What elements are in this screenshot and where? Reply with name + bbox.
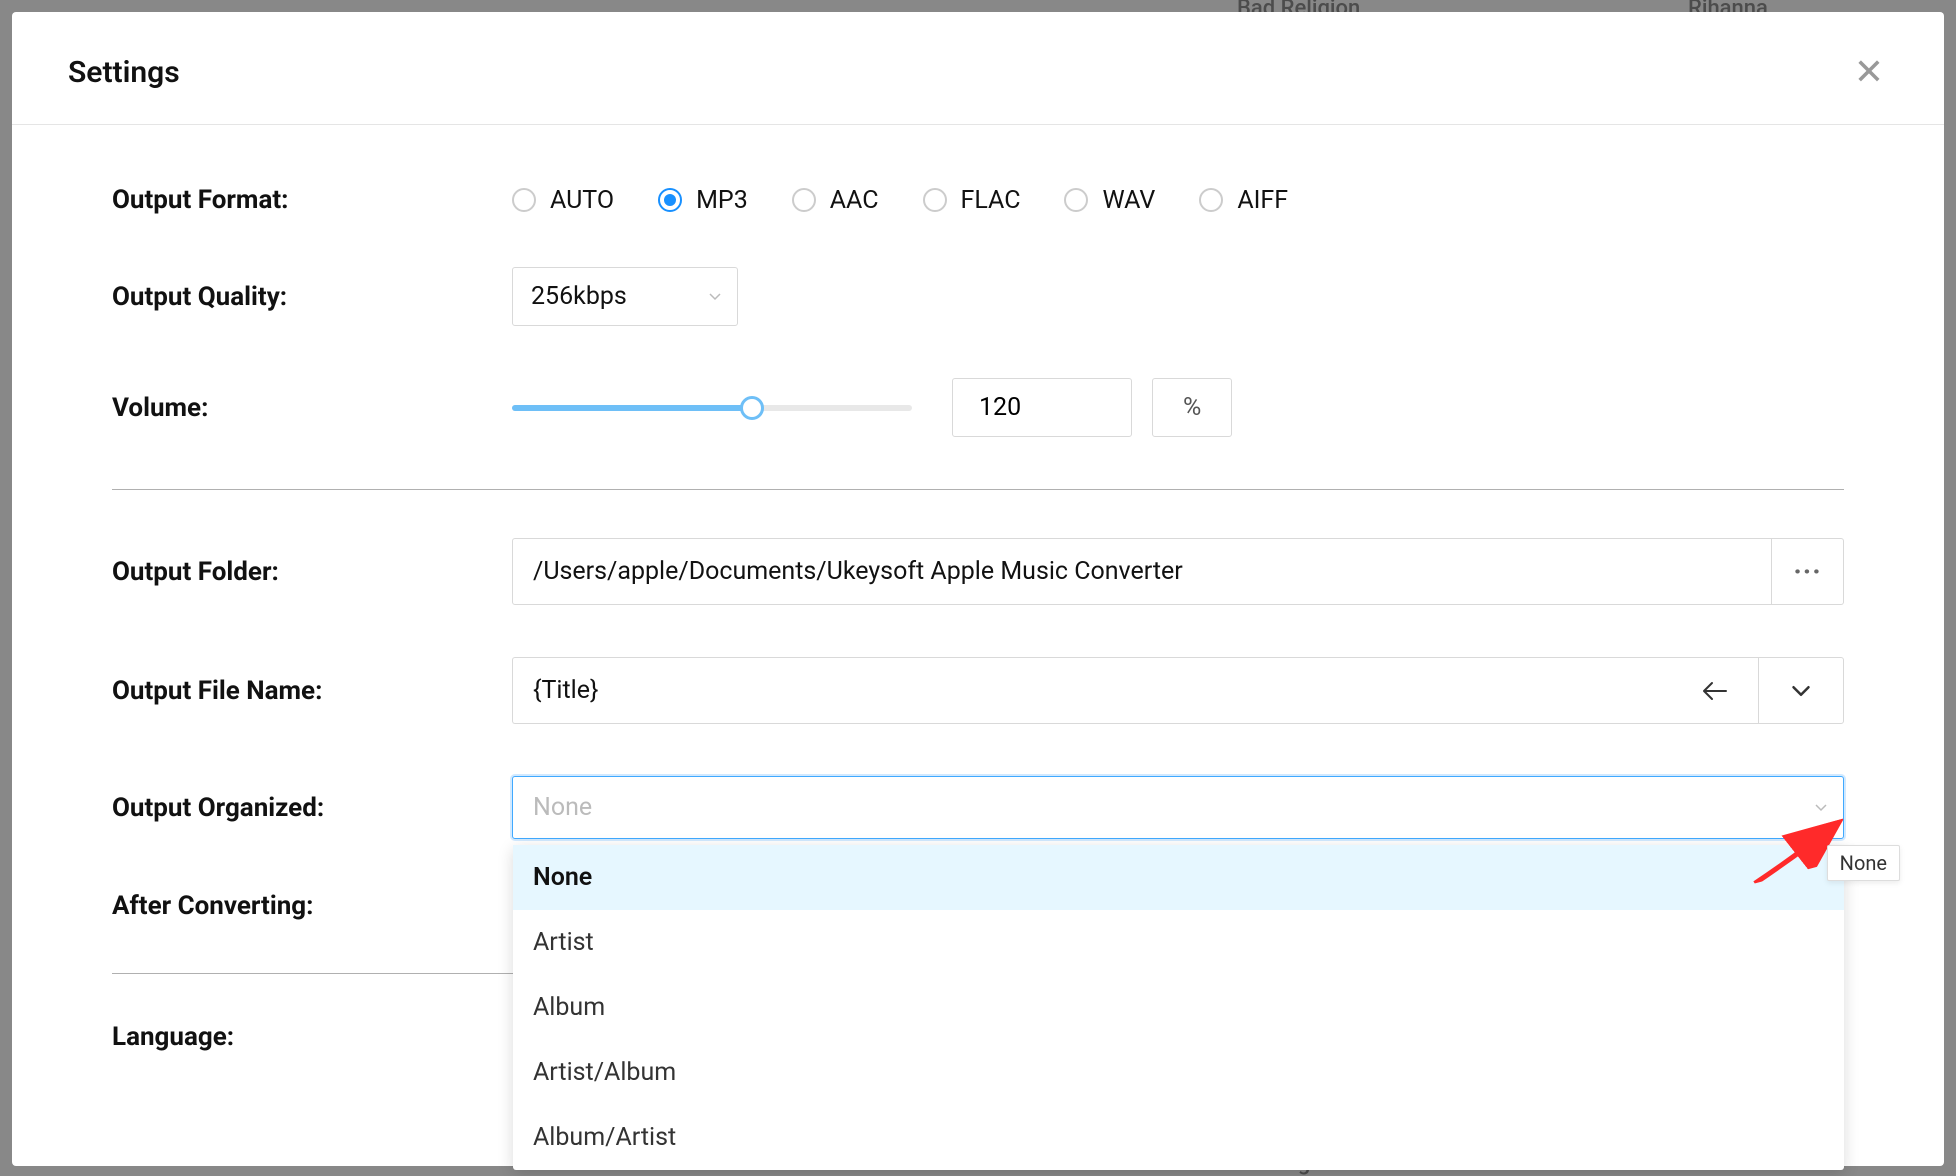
output-quality-controls: 256kbps xyxy=(512,267,1844,326)
settings-modal: Settings ✕ Output Format: AUTO MP3 AAC FLAC… xyxy=(12,12,1944,1166)
close-button[interactable]: ✕ xyxy=(1850,50,1888,94)
radio-circle-icon xyxy=(1199,188,1223,212)
chevron-down-icon xyxy=(1791,681,1811,701)
modal-body: Output Format: AUTO MP3 AAC FLAC WAV AIFF Out… xyxy=(12,125,1944,1166)
divider xyxy=(112,489,1844,490)
radio-label: WAV xyxy=(1102,186,1155,215)
radio-circle-icon xyxy=(512,188,536,212)
output-organized-select[interactable]: None xyxy=(512,776,1844,839)
output-folder-wrap: /Users/apple/Documents/Ukeysoft Apple Mu… xyxy=(512,538,1844,605)
row-output-format: Output Format: AUTO MP3 AAC FLAC WAV AIFF xyxy=(112,185,1844,215)
row-output-folder: Output Folder: /Users/apple/Documents/Uk… xyxy=(112,538,1844,605)
output-organized-placeholder: None xyxy=(533,793,592,822)
label-volume: Volume: xyxy=(112,393,512,423)
output-quality-value: 256kbps xyxy=(531,282,627,311)
radio-circle-icon xyxy=(792,188,816,212)
output-format-controls: AUTO MP3 AAC FLAC WAV AIFF xyxy=(512,186,1844,215)
radio-label: AAC xyxy=(830,186,879,215)
modal-header: Settings ✕ xyxy=(12,12,1944,125)
radio-label: MP3 xyxy=(696,186,748,215)
label-language: Language: xyxy=(112,1022,512,1052)
output-file-name-value: {Title} xyxy=(533,676,598,705)
radio-option-aac[interactable]: AAC xyxy=(792,186,879,215)
browse-folder-button[interactable]: ··· xyxy=(1772,538,1844,605)
dropdown-item[interactable]: Album xyxy=(513,975,1844,1040)
row-output-file-name: Output File Name: {Title} xyxy=(112,657,1844,724)
dropdown-item[interactable]: None xyxy=(513,845,1844,910)
arrow-left-icon[interactable] xyxy=(1692,681,1738,701)
radio-label: FLAC xyxy=(961,186,1021,215)
radio-label: AIFF xyxy=(1237,186,1288,215)
output-folder-input[interactable]: /Users/apple/Documents/Ukeysoft Apple Mu… xyxy=(512,538,1772,605)
radio-label: AUTO xyxy=(550,186,614,215)
label-output-file-name: Output File Name: xyxy=(112,676,512,706)
tooltip: None xyxy=(1827,845,1900,881)
radio-circle-icon xyxy=(923,188,947,212)
volume-input[interactable]: 120 xyxy=(952,378,1132,437)
output-file-name-wrap: {Title} xyxy=(512,657,1844,724)
output-quality-select[interactable]: 256kbps xyxy=(512,267,738,326)
output-file-name-input[interactable]: {Title} xyxy=(512,657,1758,724)
dropdown-item[interactable]: Album/Artist xyxy=(513,1105,1844,1170)
radio-option-flac[interactable]: FLAC xyxy=(923,186,1021,215)
volume-slider-thumb[interactable] xyxy=(740,396,764,420)
radio-option-wav[interactable]: WAV xyxy=(1064,186,1155,215)
volume-unit: % xyxy=(1152,378,1232,437)
volume-slider-fill xyxy=(512,405,752,411)
dropdown-item[interactable]: Artist xyxy=(513,910,1844,975)
chevron-down-icon xyxy=(1813,800,1829,816)
volume-slider[interactable] xyxy=(512,405,912,411)
row-output-quality: Output Quality: 256kbps xyxy=(112,267,1844,326)
radio-circle-icon xyxy=(658,188,682,212)
label-output-quality: Output Quality: xyxy=(112,282,512,312)
dropdown-item[interactable]: Artist/Album xyxy=(513,1040,1844,1105)
output-format-radio-group: AUTO MP3 AAC FLAC WAV AIFF xyxy=(512,186,1288,215)
output-organized-dropdown: NoneArtistAlbumArtist/AlbumAlbum/Artist xyxy=(513,845,1844,1170)
radio-option-mp3[interactable]: MP3 xyxy=(658,186,748,215)
label-output-organized: Output Organized: xyxy=(112,793,512,823)
row-volume: Volume: 120 % xyxy=(112,378,1844,437)
radio-circle-icon xyxy=(1064,188,1088,212)
row-output-organized: Output Organized: None None NoneArtistAl… xyxy=(112,776,1844,839)
modal-title: Settings xyxy=(68,55,180,90)
label-output-folder: Output Folder: xyxy=(112,557,512,587)
radio-option-auto[interactable]: AUTO xyxy=(512,186,614,215)
radio-option-aiff[interactable]: AIFF xyxy=(1199,186,1288,215)
label-after-converting: After Converting: xyxy=(112,891,512,921)
chevron-down-icon xyxy=(707,289,723,305)
volume-controls: 120 % xyxy=(512,378,1844,437)
file-name-dropdown-button[interactable] xyxy=(1758,657,1844,724)
label-output-format: Output Format: xyxy=(112,185,512,215)
